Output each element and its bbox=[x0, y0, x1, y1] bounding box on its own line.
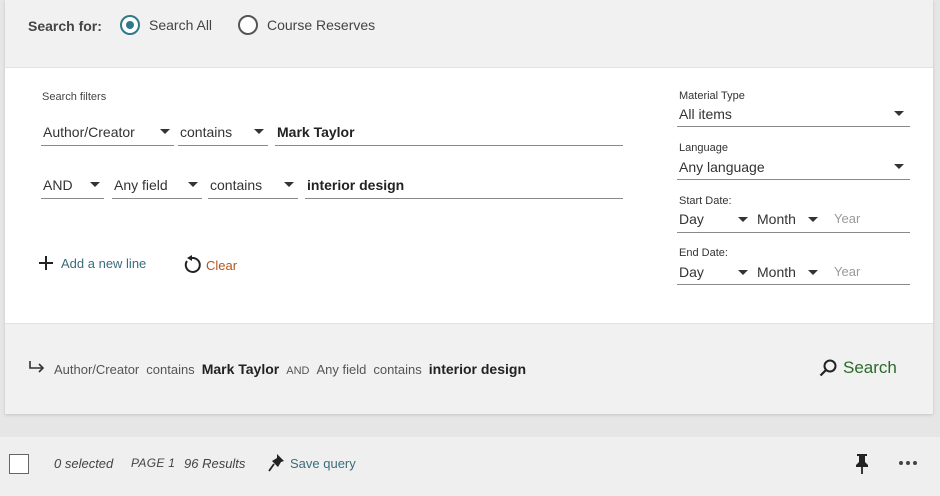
row2-boolean-select[interactable]: AND bbox=[41, 172, 104, 199]
magnifier-icon bbox=[819, 359, 837, 377]
summary-op2: contains bbox=[373, 362, 422, 377]
chevron-down-icon bbox=[284, 182, 294, 187]
row1-search-input[interactable]: Mark Taylor bbox=[275, 119, 623, 146]
query-summary: Author/Creator contains Mark Taylor AND … bbox=[28, 360, 533, 377]
row1-field-select[interactable]: Author/Creator bbox=[41, 119, 174, 146]
save-query-label: Save query bbox=[290, 455, 356, 471]
end-month-select[interactable]: Month bbox=[757, 264, 818, 280]
radio-search-all[interactable]: Search All bbox=[120, 15, 212, 35]
summary-field1: Author/Creator bbox=[54, 362, 140, 377]
pushpin-icon bbox=[268, 454, 284, 472]
reset-icon bbox=[184, 255, 201, 273]
row1-search-value: Mark Taylor bbox=[277, 124, 355, 140]
chevron-down-icon bbox=[254, 129, 264, 134]
chevron-down-icon bbox=[737, 217, 748, 222]
search-scope-strip: Search for: Search All Course Reserves bbox=[5, 0, 933, 68]
summary-op1: contains bbox=[146, 362, 195, 377]
row1-operator-select[interactable]: contains bbox=[178, 119, 268, 146]
end-month-value: Month bbox=[757, 264, 796, 280]
end-day-select[interactable]: Day bbox=[679, 264, 748, 280]
chevron-down-icon bbox=[894, 164, 904, 169]
end-date-label: End Date: bbox=[679, 247, 728, 259]
ellipsis-dot bbox=[913, 461, 917, 465]
radio-unchecked-icon bbox=[238, 15, 258, 35]
return-arrow-icon bbox=[29, 361, 45, 373]
save-query-button[interactable]: Save query bbox=[268, 453, 356, 473]
radio-checked-icon bbox=[120, 15, 140, 35]
search-button-label: Search bbox=[843, 358, 897, 377]
summary-bool: AND bbox=[286, 365, 310, 377]
summary-field2: Any field bbox=[316, 362, 367, 377]
add-line-button[interactable]: Add a new line bbox=[38, 255, 146, 271]
radio-search-all-label: Search All bbox=[149, 17, 213, 33]
end-day-value: Day bbox=[679, 264, 704, 280]
search-for-label: Search for: bbox=[28, 18, 102, 34]
material-type-select[interactable]: All items bbox=[677, 101, 910, 127]
selected-count: 0 selected bbox=[54, 456, 114, 471]
page-indicator: PAGE 1 bbox=[131, 456, 176, 470]
summary-value2: interior design bbox=[428, 361, 526, 377]
end-date-underline bbox=[677, 284, 910, 285]
clear-button[interactable]: Clear bbox=[182, 255, 237, 275]
pushpin-icon bbox=[856, 454, 868, 474]
row2-field-value: Any field bbox=[114, 177, 168, 193]
row1-operator-value: contains bbox=[180, 124, 233, 140]
query-summary-bar: Author/Creator contains Mark Taylor AND … bbox=[5, 323, 933, 414]
row2-field-select[interactable]: Any field bbox=[112, 172, 202, 199]
material-type-value: All items bbox=[679, 105, 732, 122]
pin-button[interactable] bbox=[854, 453, 870, 480]
row2-search-value: interior design bbox=[307, 177, 405, 193]
chevron-down-icon bbox=[807, 217, 818, 222]
chevron-down-icon bbox=[807, 270, 818, 275]
plus-icon bbox=[39, 256, 53, 270]
summary-value1: Mark Taylor bbox=[201, 361, 280, 377]
chevron-down-icon bbox=[894, 111, 904, 116]
language-select[interactable]: Any language bbox=[677, 154, 910, 180]
radio-course-reserves-label: Course Reserves bbox=[267, 17, 376, 33]
chevron-down-icon bbox=[160, 129, 170, 134]
language-value: Any language bbox=[679, 158, 765, 175]
start-month-select[interactable]: Month bbox=[757, 211, 818, 227]
language-label: Language bbox=[679, 142, 728, 154]
start-day-value: Day bbox=[679, 211, 704, 227]
row2-operator-value: contains bbox=[210, 177, 263, 193]
start-date-underline bbox=[677, 232, 910, 233]
end-year-input[interactable]: Year bbox=[834, 264, 860, 279]
search-filters-title: Search filters bbox=[42, 91, 107, 103]
select-all-checkbox[interactable] bbox=[9, 454, 29, 474]
search-button[interactable]: Search bbox=[819, 358, 897, 378]
add-line-label: Add a new line bbox=[61, 255, 147, 271]
advanced-search-panel: Search for: Search All Course Reserves S… bbox=[5, 0, 933, 414]
start-date-label: Start Date: bbox=[679, 195, 732, 207]
row2-operator-select[interactable]: contains bbox=[208, 172, 298, 199]
row1-field-value: Author/Creator bbox=[43, 124, 135, 140]
start-year-input[interactable]: Year bbox=[834, 211, 860, 226]
ellipsis-dot bbox=[906, 461, 910, 465]
more-options-button[interactable] bbox=[899, 461, 917, 465]
clear-label: Clear bbox=[206, 257, 238, 273]
chevron-down-icon bbox=[737, 270, 748, 275]
row2-boolean-value: AND bbox=[43, 177, 73, 193]
chevron-down-icon bbox=[188, 182, 198, 187]
radio-course-reserves[interactable]: Course Reserves bbox=[238, 15, 375, 35]
row2-search-input[interactable]: interior design bbox=[305, 172, 623, 199]
start-day-select[interactable]: Day bbox=[679, 211, 748, 227]
chevron-down-icon bbox=[90, 182, 100, 187]
start-month-value: Month bbox=[757, 211, 796, 227]
ellipsis-icon bbox=[899, 461, 903, 465]
results-toolbar: 0 selected PAGE 1 96 Results Save query bbox=[0, 437, 940, 496]
results-count: 96 Results bbox=[184, 456, 246, 471]
